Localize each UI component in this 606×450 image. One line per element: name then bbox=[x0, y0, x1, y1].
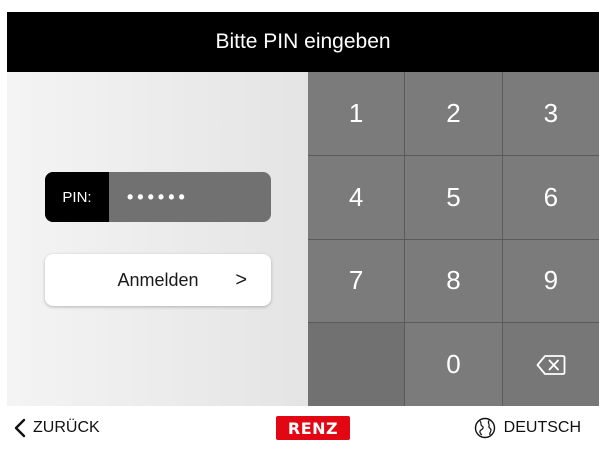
key-9[interactable]: 9 bbox=[502, 239, 599, 323]
key-6[interactable]: 6 bbox=[502, 155, 599, 239]
key-1[interactable]: 1 bbox=[308, 72, 405, 155]
key-7[interactable]: 7 bbox=[308, 239, 405, 323]
pin-masked-value: •••••• bbox=[127, 186, 189, 207]
logo-text: RENZ bbox=[287, 418, 339, 438]
login-button[interactable]: Anmelden > bbox=[45, 254, 271, 306]
key-2[interactable]: 2 bbox=[405, 72, 502, 155]
page-title: Bitte PIN eingeben bbox=[215, 30, 391, 53]
back-label: ZURÜCK bbox=[33, 419, 100, 436]
key-3[interactable]: 3 bbox=[502, 72, 599, 155]
key-empty bbox=[308, 323, 405, 406]
login-button-label: Anmelden bbox=[117, 269, 199, 290]
language-selector[interactable]: DEUTSCH bbox=[474, 406, 581, 450]
pin-field[interactable]: PIN: •••••• bbox=[45, 172, 271, 222]
footer-bar: ZURÜCK RENZ DEUTSCH bbox=[7, 406, 599, 450]
key-8[interactable]: 8 bbox=[405, 239, 502, 323]
numeric-keypad: 1 2 3 4 5 6 7 8 9 0 bbox=[308, 72, 599, 406]
language-label: DEUTSCH bbox=[503, 419, 581, 436]
chevron-right-icon: > bbox=[235, 268, 247, 291]
pin-entry-screen: Bitte PIN eingeben PIN: •••••• Anmelden … bbox=[7, 12, 599, 450]
chevron-left-icon bbox=[14, 418, 26, 438]
key-0[interactable]: 0 bbox=[405, 323, 502, 406]
header-bar: Bitte PIN eingeben bbox=[7, 12, 599, 72]
backspace-icon bbox=[536, 354, 566, 375]
renz-logo: RENZ bbox=[276, 416, 350, 440]
globe-icon bbox=[474, 417, 495, 439]
key-4[interactable]: 4 bbox=[308, 155, 405, 239]
key-5[interactable]: 5 bbox=[405, 155, 502, 239]
backspace-key[interactable] bbox=[502, 323, 599, 406]
back-button[interactable]: ZURÜCK bbox=[13, 406, 100, 450]
left-panel: PIN: •••••• Anmelden > bbox=[7, 72, 308, 406]
pin-label: PIN: bbox=[45, 172, 109, 222]
